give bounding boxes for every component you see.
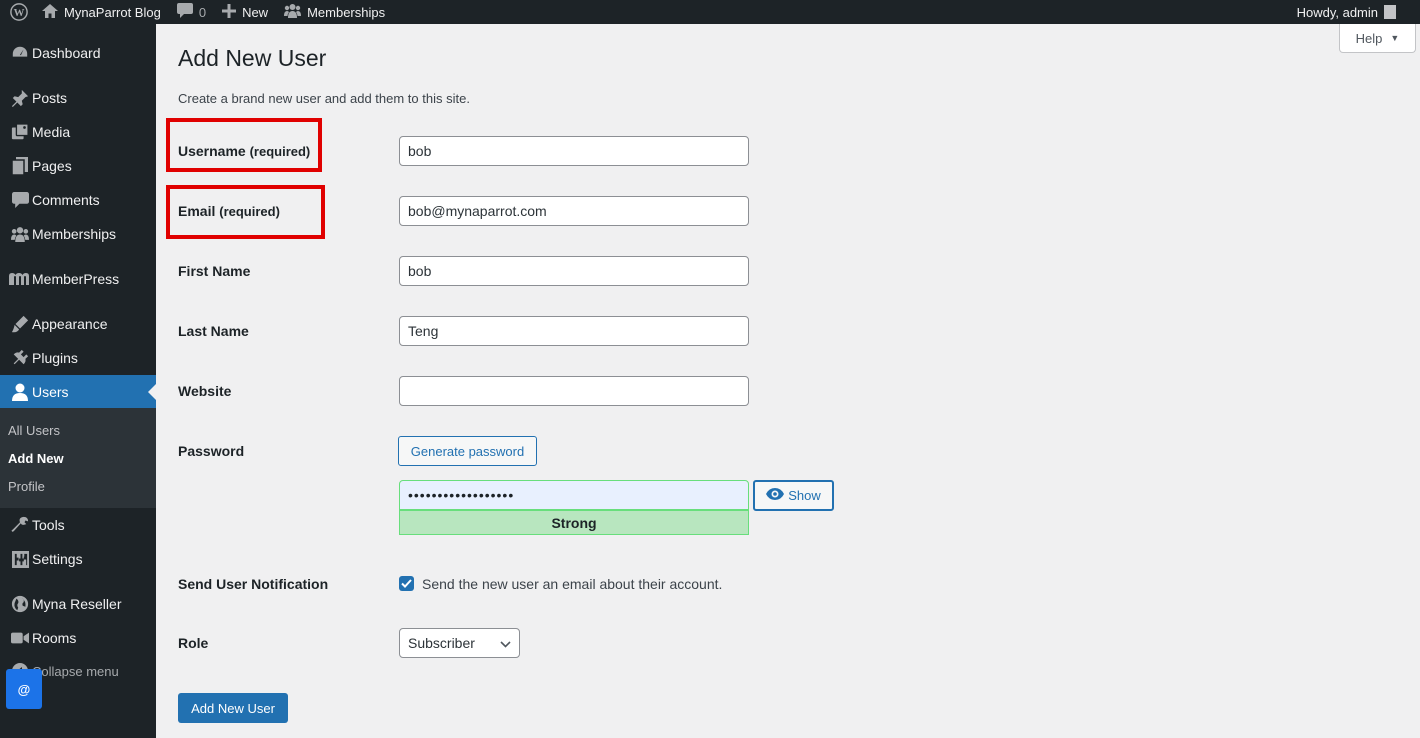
sidebar-item-plugins[interactable]: Plugins (0, 341, 156, 375)
sidebar-item-posts[interactable]: Posts (0, 81, 156, 115)
sidebar-item-memberships[interactable]: Memberships (0, 217, 156, 251)
password-strength-indicator: Strong (399, 510, 749, 535)
chat-widget-button[interactable]: @ (6, 669, 42, 709)
pin-icon (0, 89, 36, 107)
plus-icon (222, 3, 237, 21)
username-input[interactable] (399, 136, 749, 166)
website-input[interactable] (399, 376, 749, 406)
home-icon (42, 3, 58, 21)
email-label: Email (required) (178, 203, 280, 219)
memberpress-icon (0, 272, 36, 286)
sidebar-item-memberpress[interactable]: MemberPress (0, 262, 156, 296)
submenu-all-users[interactable]: All Users (8, 423, 60, 438)
password-label: Password (178, 443, 245, 459)
page-description: Create a brand new user and add them to … (178, 91, 470, 106)
site-name-link[interactable]: MynaParrot Blog (34, 0, 169, 24)
last-name-label: Last Name (178, 323, 249, 339)
wordpress-logo-icon[interactable]: W (4, 0, 34, 24)
first-name-label: First Name (178, 263, 251, 279)
role-label: Role (178, 635, 209, 651)
submenu-add-new[interactable]: Add New (8, 451, 64, 466)
sidebar-item-myna-reseller[interactable]: Myna Reseller (0, 587, 156, 621)
website-label: Website (178, 383, 232, 399)
send-notification-label: Send User Notification (178, 576, 329, 592)
first-name-input[interactable] (399, 256, 749, 286)
last-name-input[interactable] (399, 316, 749, 346)
password-input[interactable]: •••••••••••••••••• (399, 480, 749, 510)
help-button[interactable]: Help ▼ (1339, 24, 1416, 53)
add-new-user-button[interactable]: Add New User (178, 693, 288, 723)
sidebar-item-appearance[interactable]: Appearance (0, 307, 156, 341)
groups-icon (0, 226, 36, 242)
groups-icon (284, 3, 302, 21)
sidebar-item-dashboard[interactable]: Dashboard (0, 36, 156, 70)
sliders-icon (0, 550, 36, 568)
sidebar-item-rooms[interactable]: Rooms (0, 621, 156, 655)
brush-icon (0, 315, 36, 333)
checkmark-icon (401, 579, 412, 588)
sidebar-item-media[interactable]: Media (0, 115, 156, 149)
admin-bar: W MynaParrot Blog 0 New Memberships Howd… (0, 0, 1420, 24)
svg-text:W: W (14, 7, 25, 19)
comment-bubble-icon (176, 3, 193, 21)
media-icon (0, 123, 36, 141)
plugin-icon (0, 349, 36, 367)
send-notification-checkbox[interactable] (399, 576, 414, 591)
caret-down-icon: ▼ (1390, 33, 1400, 43)
users-submenu: All Users Add New Profile (0, 408, 156, 508)
submenu-profile[interactable]: Profile (8, 479, 45, 494)
new-content-link[interactable]: New (214, 0, 276, 24)
chevron-down-icon (500, 635, 511, 651)
sidebar-item-comments[interactable]: Comments (0, 183, 156, 217)
comment-icon (0, 192, 36, 208)
send-notification-text: Send the new user an email about their a… (422, 576, 723, 592)
eye-icon (766, 488, 788, 503)
generate-password-button[interactable]: Generate password (398, 436, 537, 466)
comments-link[interactable]: 0 (169, 0, 214, 24)
wrench-icon (0, 516, 36, 534)
email-input[interactable] (399, 196, 749, 226)
avatar (1384, 5, 1396, 19)
user-icon (0, 383, 36, 401)
video-icon (0, 631, 36, 645)
sidebar-item-users[interactable]: Users (0, 375, 156, 409)
memberships-link[interactable]: Memberships (276, 0, 393, 24)
sidebar-item-tools[interactable]: Tools (0, 508, 156, 542)
pages-icon (0, 157, 36, 175)
show-password-button[interactable]: Show (753, 480, 834, 511)
sidebar-item-pages[interactable]: Pages (0, 149, 156, 183)
sidebar-item-settings[interactable]: Settings (0, 542, 156, 576)
account-menu[interactable]: Howdy, admin (1289, 0, 1404, 24)
page-title: Add New User (178, 45, 327, 71)
dashboard-icon (0, 44, 36, 62)
role-select[interactable]: Subscriber (399, 628, 520, 658)
globe-icon (0, 595, 36, 613)
username-label: Username (required) (178, 143, 311, 159)
admin-sidebar: Dashboard Posts Media Pages Comments Mem… (0, 24, 156, 738)
